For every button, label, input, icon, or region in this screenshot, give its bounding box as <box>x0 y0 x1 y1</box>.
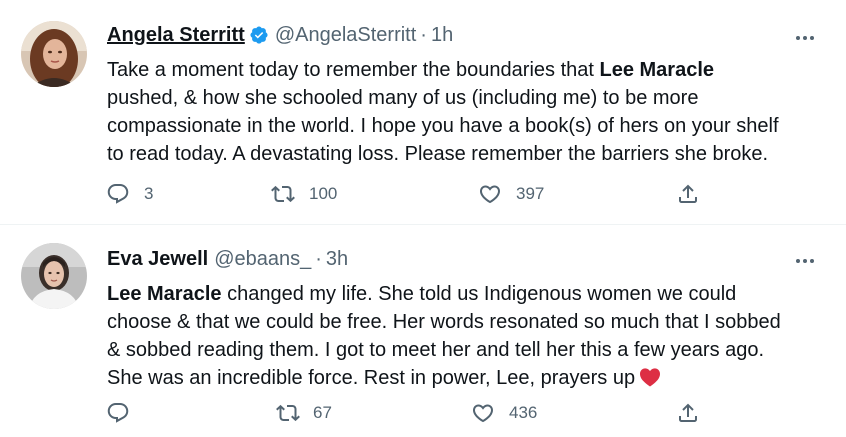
tweet[interactable]: Angela Sterritt @AngelaSterritt · 1h Tak… <box>0 0 846 225</box>
red-heart-icon <box>640 368 661 387</box>
display-name[interactable]: Eva Jewell <box>107 248 208 271</box>
tweet-content: Angela Sterritt @AngelaSterritt · 1h Tak… <box>107 20 790 168</box>
avatar[interactable] <box>21 243 87 309</box>
display-name[interactable]: Angela Sterritt <box>107 24 245 47</box>
tweet-text-bold: Lee Maracle <box>599 59 715 81</box>
tweet-actions: 67 436 <box>106 396 726 430</box>
like-icon <box>479 185 501 204</box>
user-handle[interactable]: @AngelaSterritt <box>275 24 416 47</box>
reply-button[interactable] <box>106 396 130 430</box>
timestamp[interactable]: 3h <box>326 248 348 271</box>
share-icon <box>679 403 697 422</box>
tweet-header: Eva Jewell @ebaans_ · 3h <box>107 244 790 274</box>
tweet-actions: 3 100 397 <box>106 177 726 211</box>
like-count: 436 <box>509 403 538 422</box>
like-button[interactable]: 397 <box>478 177 544 211</box>
separator-dot: · <box>420 23 427 46</box>
tweet-text-part: Take a moment today to remember the boun… <box>107 59 600 81</box>
tweet-header: Angela Sterritt @AngelaSterritt · 1h <box>107 20 790 50</box>
verified-badge-icon <box>250 26 268 44</box>
tweet-content: Eva Jewell @ebaans_ · 3h Lee Maracle cha… <box>107 244 790 392</box>
avatar-angela-sterritt <box>21 21 87 87</box>
tweet-text: Lee Maracle changed my life. She told us… <box>107 280 790 392</box>
retweet-button[interactable]: 100 <box>271 177 337 211</box>
separator-dot: · <box>315 247 322 270</box>
like-icon <box>472 404 494 423</box>
reply-icon <box>107 184 129 204</box>
tweet-text-bold: Lee Maracle <box>107 283 222 305</box>
more-options-icon[interactable] <box>790 251 820 271</box>
tweet[interactable]: Eva Jewell @ebaans_ · 3h Lee Maracle cha… <box>0 226 846 437</box>
tweet-text: Take a moment today to remember the boun… <box>107 56 790 168</box>
share-button[interactable] <box>676 396 700 430</box>
reply-icon <box>107 403 129 423</box>
retweet-icon <box>276 404 300 422</box>
retweet-button[interactable]: 67 <box>276 396 332 430</box>
retweet-icon <box>271 185 295 203</box>
retweet-count: 67 <box>313 403 332 422</box>
tweet-text-part: pushed, & how she schooled many of us (i… <box>107 87 779 165</box>
user-handle[interactable]: @ebaans_ <box>214 248 311 271</box>
timestamp[interactable]: 1h <box>431 24 453 47</box>
retweet-count: 100 <box>309 184 338 203</box>
more-options-icon[interactable] <box>790 28 820 48</box>
reply-count: 3 <box>144 184 154 203</box>
avatar[interactable] <box>21 21 87 87</box>
tweet-feed: Angela Sterritt @AngelaSterritt · 1h Tak… <box>0 0 846 437</box>
avatar-eva-jewell <box>21 243 87 309</box>
share-button[interactable] <box>676 177 700 211</box>
share-icon <box>679 184 697 203</box>
like-count: 397 <box>516 184 545 203</box>
reply-button[interactable]: 3 <box>106 177 153 211</box>
like-button[interactable]: 436 <box>471 396 537 430</box>
